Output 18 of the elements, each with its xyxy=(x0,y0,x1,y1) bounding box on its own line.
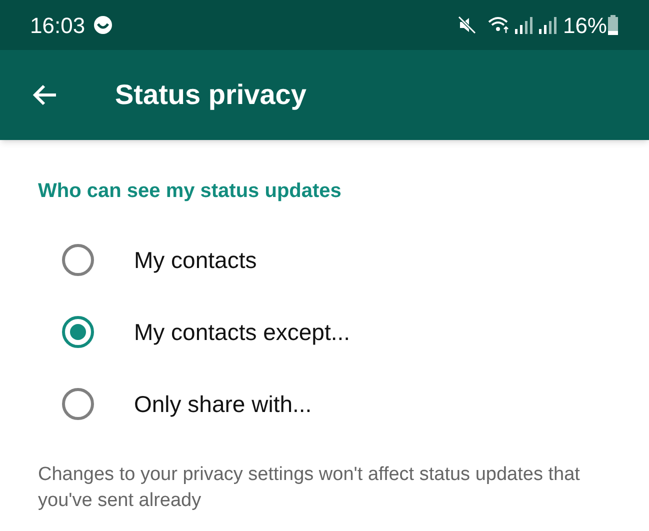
back-arrow-icon xyxy=(32,84,58,106)
radio-button[interactable] xyxy=(62,316,94,348)
radio-button[interactable] xyxy=(62,388,94,420)
mute-icon xyxy=(456,15,477,35)
radio-option[interactable]: Only share with... xyxy=(38,368,611,440)
screen-title: Status privacy xyxy=(115,78,306,112)
radio-button[interactable] xyxy=(62,244,94,276)
radio-option[interactable]: My contacts except... xyxy=(38,296,611,368)
signal-icon xyxy=(512,15,533,35)
section-heading: Who can see my status updates xyxy=(38,179,342,204)
battery-icon xyxy=(607,15,619,35)
radio-option[interactable]: My contacts xyxy=(38,224,611,296)
footer-note: Changes to your privacy settings won't affect status updates that you've sent already xyxy=(38,463,581,513)
smiley-icon xyxy=(93,15,114,35)
signal-icon xyxy=(536,15,557,35)
wifi-icon xyxy=(486,15,511,35)
clock-time: 16:03 xyxy=(30,12,86,40)
battery-percent: 16% xyxy=(562,12,607,40)
